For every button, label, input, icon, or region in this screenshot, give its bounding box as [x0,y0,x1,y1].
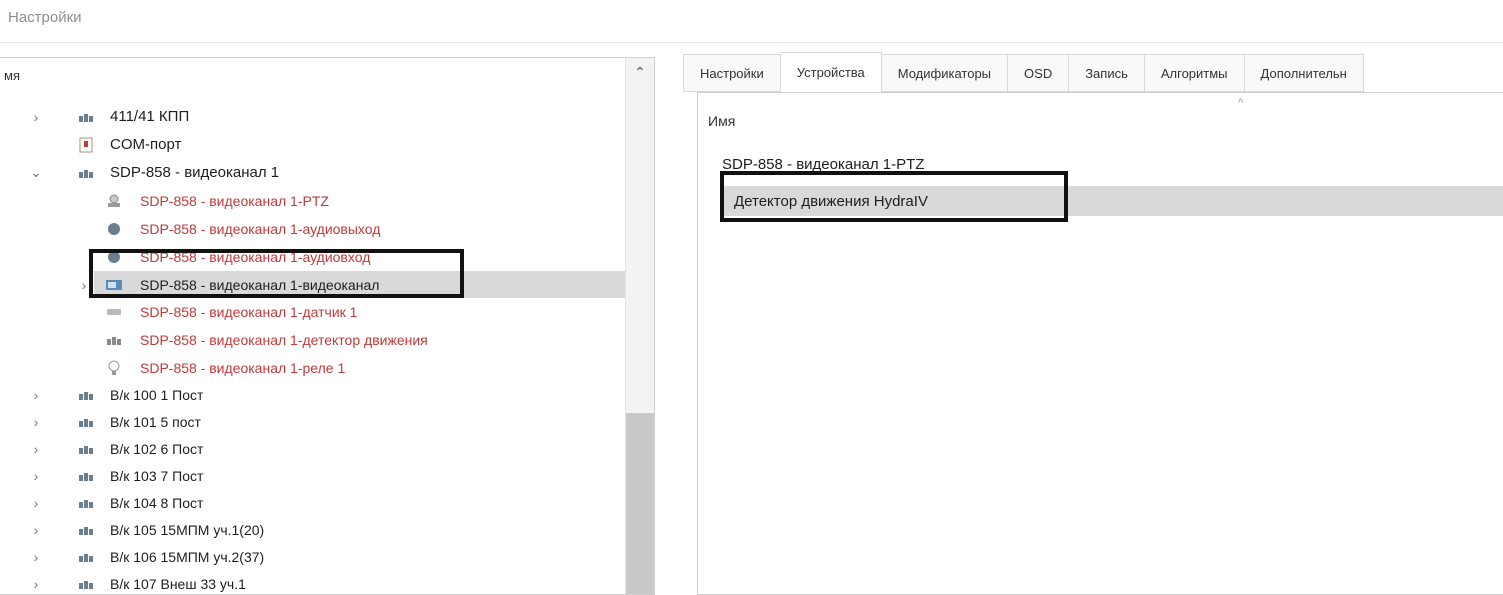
chevron-right-icon[interactable]: › [28,441,44,457]
tab-1[interactable]: Устройства [780,52,882,92]
scroll-thumb[interactable] [626,413,654,594]
settings-tabs: Настройки Устройства Модификаторы OSD Запись… [683,52,1364,92]
tree-column-header: мя [4,68,20,83]
ptz-icon [104,191,124,211]
com-port-icon [76,135,96,155]
tree-item[interactable]: SDP-858 - видеоканал 1-датчик 1 [0,298,620,325]
tree-item[interactable]: › В/к 105 15МПМ уч.1(20) [0,516,620,543]
chevron-right-icon[interactable]: › [28,495,44,511]
chevron-down-icon[interactable]: ⌄ [28,164,44,181]
chevron-right-icon[interactable]: › [28,414,44,430]
tree-item[interactable]: › В/к 104 8 Пост [0,489,620,516]
tree-item[interactable]: › В/к 103 7 Пост [0,462,620,489]
audio-out-icon [104,219,124,239]
devices-list-panel: ^ Имя SDP-858 - видеоканал 1-PTZ Детектор… [697,92,1503,595]
tab-3[interactable]: OSD [1008,54,1070,92]
camera-group-icon [76,547,96,567]
device-highlight-box [720,171,1068,222]
tree-item[interactable]: COM-порт [0,131,620,158]
chevron-right-icon[interactable]: › [28,522,44,538]
tree-item[interactable]: › 411/41 КПП [0,103,620,130]
tree-item-label: В/к 100 1 Пост [110,386,204,403]
tree-item-label: В/к 102 6 Пост [110,440,204,457]
tree-item[interactable]: › В/к 102 6 Пост [0,435,620,462]
tree-item[interactable]: SDP-858 - видеоканал 1-реле 1 [0,354,620,381]
camera-group-icon [76,385,96,405]
sensor-icon [104,302,124,322]
chevron-right-icon[interactable]: › [28,576,44,592]
camera-group-icon [76,439,96,459]
camera-group-icon [76,412,96,432]
tree-item-label: В/к 105 15МПМ уч.1(20) [110,521,265,538]
tree-scrollbar[interactable]: ⌃ [625,58,654,594]
camera-group-icon [76,574,96,594]
tree-item-label: В/к 107 Внеш 33 уч.1 [110,575,246,592]
tab-4[interactable]: Запись [1069,54,1145,92]
tree-item-label: SDP-858 - видеоканал 1-датчик 1 [140,303,358,320]
camera-group-icon [76,466,96,486]
window-title: Настройки [8,9,82,26]
tree-item[interactable]: › В/к 106 15МПМ уч.2(37) [0,543,620,570]
tree-item-label: В/к 104 8 Пост [110,494,204,511]
tree-item-label: SDP-858 - видеоканал 1-детектор движения [140,331,428,348]
tree-item-label: SDP-858 - видеоканал 1 [110,164,280,181]
camera-group-icon [76,107,96,127]
tree-item-label: COM-порт [110,136,182,153]
tab-5[interactable]: Алгоритмы [1144,54,1245,92]
device-row-label: SDP-858 - видеоканал 1-PTZ [722,155,925,173]
chevron-right-icon[interactable]: › [28,109,44,125]
camera-group-icon [76,493,96,513]
chevron-right-icon[interactable]: › [28,387,44,403]
tree-item-label: В/к 106 15МПМ уч.2(37) [110,548,265,565]
device-tree-panel: мя › 411/41 КПП COM-порт ⌄ SDP-858 - видеока… [0,57,655,595]
camera-group-icon [76,520,96,540]
tree-item-label: SDP-858 - видеоканал 1-PTZ [140,192,329,209]
tree-item[interactable]: SDP-858 - видеоканал 1-PTZ [0,187,620,214]
tree-item[interactable]: › В/к 100 1 Пост [0,381,620,408]
sort-arrow-icon: ^ [1238,97,1244,109]
tree-item-label: В/к 101 5 пост [110,413,201,430]
tab-6[interactable]: Дополнительн [1244,54,1364,92]
tree-item-label: SDP-858 - видеоканал 1-аудиовыход [140,220,381,237]
tree-item[interactable]: ⌄ SDP-858 - видеоканал 1 [0,159,620,186]
camera-group-icon [76,163,96,183]
tree-item[interactable]: SDP-858 - видеоканал 1-детектор движения [0,326,620,353]
tree-item[interactable]: › В/к 107 Внеш 33 уч.1 [0,570,620,594]
chevron-right-icon[interactable]: › [28,468,44,484]
tree-item-label: 411/41 КПП [110,108,190,125]
tree-highlight-box [89,249,464,298]
tab-0[interactable]: Настройки [683,54,781,92]
motion-detector-icon [104,330,124,350]
tree-item[interactable]: SDP-858 - видеоканал 1-аудиовыход [0,215,620,242]
scroll-up-arrow-icon[interactable]: ⌃ [626,64,654,81]
tree-item-label: SDP-858 - видеоканал 1-реле 1 [140,359,346,376]
chevron-right-icon[interactable]: › [28,549,44,565]
title-divider [0,42,1503,43]
name-column-header[interactable]: Имя [708,113,735,129]
tab-2[interactable]: Модификаторы [881,54,1009,92]
tree-item-label: В/к 103 7 Пост [110,467,204,484]
tree-item[interactable]: › В/к 101 5 пост [0,408,620,435]
relay-icon [104,358,124,378]
